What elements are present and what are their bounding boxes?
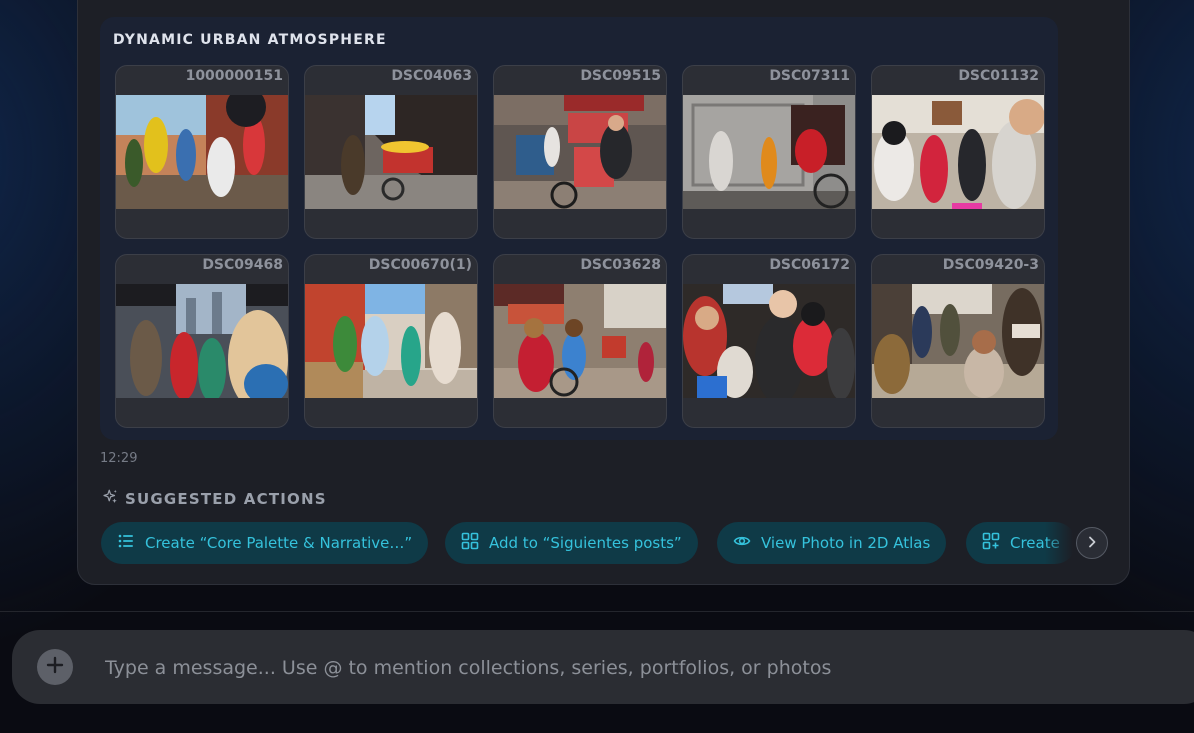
photo-filename: 1000000151 bbox=[185, 68, 283, 84]
photo-filename: DSC04063 bbox=[391, 68, 472, 84]
collection-panel: DYNAMIC URBAN ATMOSPHERE 1000000151 DSC04… bbox=[100, 17, 1058, 440]
attach-button[interactable] bbox=[37, 649, 73, 685]
view-photo-2d-atlas-chip[interactable]: View Photo in 2D Atlas bbox=[717, 522, 947, 564]
collection-title: DYNAMIC URBAN ATMOSPHERE bbox=[113, 32, 387, 48]
photo-filename: DSC01132 bbox=[958, 68, 1039, 84]
suggested-actions-title: SUGGESTED ACTIONS bbox=[125, 490, 327, 508]
message-input[interactable] bbox=[105, 650, 1155, 686]
photo-filename: DSC07311 bbox=[769, 68, 850, 84]
plus-icon bbox=[45, 655, 65, 679]
composer-divider bbox=[0, 611, 1194, 612]
photo-thumbnail bbox=[683, 284, 855, 398]
photo-card[interactable]: DSC01132 bbox=[871, 65, 1045, 239]
photo-card[interactable]: DSC03628 bbox=[493, 254, 667, 428]
photo-thumbnail bbox=[305, 284, 477, 398]
photo-card[interactable]: DSC09515 bbox=[493, 65, 667, 239]
chips-fade-overlay bbox=[1045, 522, 1073, 564]
photo-thumbnail bbox=[872, 95, 1044, 209]
chevron-right-icon bbox=[1085, 534, 1099, 553]
photo-filename: DSC03628 bbox=[580, 257, 661, 273]
photo-thumbnail bbox=[494, 95, 666, 209]
photo-card[interactable]: DSC04063 bbox=[304, 65, 478, 239]
suggested-actions-row: Create “Core Palette & Narrative…” Add t… bbox=[101, 522, 1073, 564]
photo-thumbnail bbox=[116, 95, 288, 209]
chip-label: Create “Core Palette & Narrative…” bbox=[145, 534, 413, 552]
suggested-actions-scroll-right-button[interactable] bbox=[1076, 527, 1108, 559]
chip-label: View Photo in 2D Atlas bbox=[761, 534, 931, 552]
eye-icon bbox=[733, 532, 751, 554]
sparkles-icon bbox=[101, 488, 119, 510]
message-timestamp: 12:29 bbox=[100, 451, 138, 466]
grid-icon bbox=[461, 532, 479, 554]
photo-filename: DSC09468 bbox=[202, 257, 283, 273]
photo-card[interactable]: DSC00670(1) bbox=[304, 254, 478, 428]
chip-label: Add to “Siguientes posts” bbox=[489, 534, 682, 552]
add-to-siguientes-posts-chip[interactable]: Add to “Siguientes posts” bbox=[445, 522, 698, 564]
photo-filename: DSC09515 bbox=[580, 68, 661, 84]
photo-card[interactable]: DSC09468 bbox=[115, 254, 289, 428]
photo-thumbnail bbox=[872, 284, 1044, 398]
photo-filename: DSC06172 bbox=[769, 257, 850, 273]
photo-card[interactable]: DSC06172 bbox=[682, 254, 856, 428]
photo-thumbnail bbox=[494, 284, 666, 398]
photo-thumbnail bbox=[305, 95, 477, 209]
grid-plus-icon bbox=[982, 532, 1000, 554]
suggested-actions-header: SUGGESTED ACTIONS bbox=[101, 489, 327, 509]
photo-card[interactable]: DSC07311 bbox=[682, 65, 856, 239]
photo-thumbnail bbox=[683, 95, 855, 209]
photo-filename: DSC00670(1) bbox=[368, 257, 472, 273]
create-palette-narrative-chip[interactable]: Create “Core Palette & Narrative…” bbox=[101, 522, 429, 564]
photo-thumbnail bbox=[116, 284, 288, 398]
photo-card[interactable]: 1000000151 bbox=[115, 65, 289, 239]
photo-card[interactable]: DSC09420-3 bbox=[871, 254, 1045, 428]
list-icon bbox=[117, 532, 135, 554]
message-composer bbox=[12, 630, 1194, 704]
photo-filename: DSC09420-3 bbox=[942, 257, 1039, 273]
